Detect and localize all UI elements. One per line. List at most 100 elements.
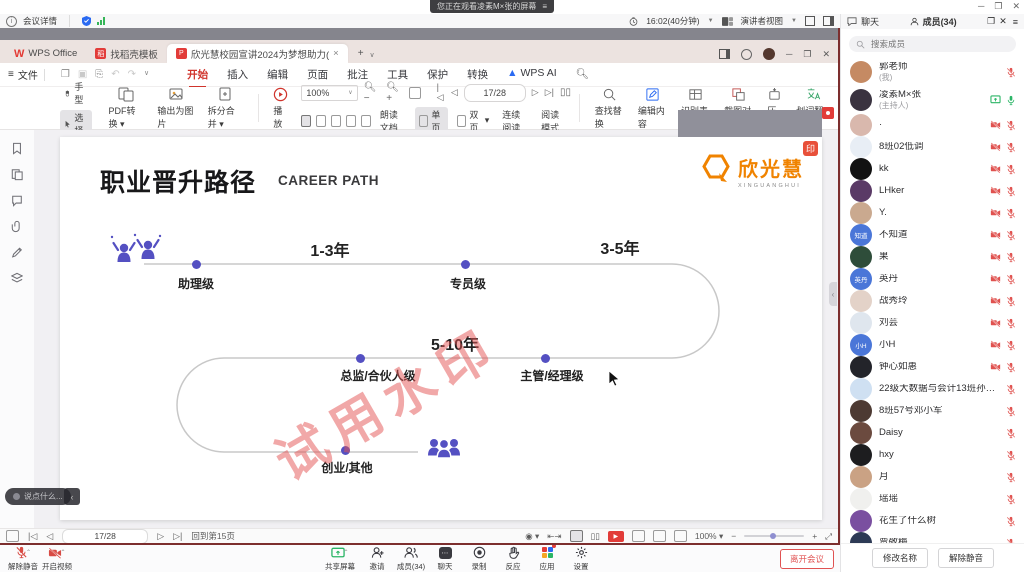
leave-meeting-button[interactable]: 离开会议 (780, 549, 834, 569)
zoom-plus-button[interactable]: + (812, 531, 817, 541)
tab-list-caret-icon[interactable]: ∨ (370, 51, 375, 59)
danmaku-collapse-button[interactable]: ‹ (64, 488, 80, 505)
member-row[interactable]: 英丹 英丹 (841, 268, 1024, 290)
panel-menu-icon[interactable]: ≡ (1013, 17, 1018, 27)
tab-convert[interactable]: 转换 (467, 67, 488, 82)
redo-icon[interactable]: ↷ (128, 69, 136, 80)
tab-insert[interactable]: 插入 (227, 67, 248, 82)
member-row[interactable]: 果 (841, 246, 1024, 268)
tab-close-icon[interactable]: × (333, 48, 339, 59)
member-row[interactable]: 战秀玲 (841, 290, 1024, 312)
tab-protect[interactable]: 保护 (427, 67, 448, 82)
next-page-button[interactable]: ▷ (532, 87, 539, 98)
zoom-out-icon[interactable]: 🔍︎− (364, 82, 381, 104)
record-button[interactable]: 录制 (462, 546, 496, 572)
tab-start[interactable]: 开始 (187, 67, 208, 82)
attachment-icon[interactable] (11, 220, 23, 233)
wps-docer-tab[interactable]: 稻 找稻壳模板 (86, 44, 167, 63)
layout3-status-icon[interactable] (674, 530, 687, 542)
status-first-page-button[interactable]: |◁ (28, 531, 37, 542)
member-row[interactable]: 郭老师 (我) (841, 58, 1024, 86)
toast-menu-icon[interactable]: ≡ (542, 2, 547, 11)
zoom-select[interactable]: 100%∨ (301, 85, 357, 101)
rename-button[interactable]: 修改名称 (872, 548, 928, 568)
member-row[interactable]: Y. (841, 202, 1024, 224)
tab-tools[interactable]: 工具 (387, 67, 408, 82)
back-to-page-link[interactable]: 回到第15页 (191, 530, 234, 542)
member-row[interactable]: 凌素M×张 (主持人) (841, 86, 1024, 114)
export-image-button[interactable]: 输出为图片 (157, 87, 193, 130)
tab-comment[interactable]: 批注 (347, 67, 368, 82)
status-next-page-button[interactable]: ▷ (157, 531, 164, 542)
member-search-box[interactable] (849, 36, 1016, 52)
last-page-button[interactable]: ▷| (545, 87, 554, 98)
unmute-button[interactable]: ⌃ 解除静音 (6, 546, 40, 572)
panel-popout-icon[interactable]: ❐ (987, 16, 995, 27)
share-screen-button[interactable]: ⌃ 共享屏幕 (320, 546, 360, 572)
hand-tool-button[interactable]: 手型 (60, 79, 92, 107)
settings-button[interactable]: 设置 (564, 546, 598, 572)
window-minimize-button[interactable]: ─ (978, 1, 984, 12)
panel-members-tab[interactable]: 成员(34) (923, 15, 957, 28)
status-last-page-button[interactable]: ▷| (173, 531, 182, 542)
status-zoom-label[interactable]: 100% ▾ (695, 531, 723, 542)
wps-close-button[interactable]: ✕ (822, 49, 830, 60)
thumbnail-icon[interactable] (11, 168, 23, 181)
quickbar-caret-icon[interactable]: ∨ (144, 69, 149, 80)
member-row[interactable]: 8班57号邓小军 (841, 400, 1024, 422)
zoom-minus-button[interactable]: − (731, 531, 736, 541)
chat-button[interactable]: ⋯ 聊天 (428, 546, 462, 572)
wps-minimize-button[interactable]: ─ (786, 49, 792, 59)
prev-page-button[interactable]: ◁ (451, 87, 458, 98)
wps-globe-icon[interactable] (741, 49, 752, 60)
page-number-input[interactable] (464, 84, 526, 102)
layout-icon[interactable] (823, 16, 834, 26)
signature-pen-icon[interactable] (11, 246, 23, 259)
split-merge-button[interactable]: 拆分合并 ▾ (208, 87, 243, 130)
layers-icon[interactable] (11, 272, 23, 285)
member-row[interactable]: 月 (841, 466, 1024, 488)
bookmark-icon[interactable] (11, 142, 23, 155)
wps-restore-button[interactable]: ❐ (803, 49, 811, 60)
member-search-input[interactable] (869, 38, 993, 50)
book-view-icon[interactable]: ▯▯ (560, 87, 571, 98)
play-button[interactable]: 播放 (273, 87, 288, 130)
meeting-timer[interactable]: 16:02(40分钟) (646, 15, 699, 27)
meeting-details-label[interactable]: 会议详情 (23, 15, 57, 27)
tab-edit[interactable]: 编辑 (267, 67, 288, 82)
unmute-all-button[interactable]: 解除静音 (938, 548, 994, 568)
single-page-status-icon[interactable] (570, 530, 583, 542)
layout1-status-icon[interactable] (632, 530, 645, 542)
double-page-status-icon[interactable]: ▯▯ (591, 531, 600, 542)
promo-badge-icon[interactable] (822, 107, 834, 119)
fullscreen-status-icon[interactable]: ⤢ (825, 531, 832, 542)
zoom-slider[interactable] (744, 535, 804, 537)
timer-caret-icon[interactable]: ▼ (708, 18, 714, 24)
wps-home-tab[interactable]: W WPS Office (5, 44, 86, 63)
member-row[interactable]: · (841, 114, 1024, 136)
reactions-button[interactable]: 反应 (496, 546, 530, 572)
fit-width-icon[interactable] (301, 115, 311, 127)
rotate-left-icon[interactable] (346, 115, 356, 127)
print-icon[interactable]: ⎘ (95, 69, 103, 80)
wps-account-avatar[interactable] (763, 48, 775, 60)
panel-expander-handle[interactable]: ‹ (829, 282, 837, 306)
member-row[interactable]: 钟心如惠 (841, 356, 1024, 378)
undo-icon[interactable]: ↶ (111, 69, 119, 80)
comment-icon[interactable] (11, 194, 23, 207)
member-row[interactable]: 22级大数据与会计13班孙倩22 (841, 378, 1024, 400)
fit-width-status-icon[interactable]: ⇤⇥ (547, 531, 561, 542)
rotate-right-icon[interactable] (361, 115, 371, 127)
window-maximize-button[interactable]: ❐ (994, 1, 1002, 12)
wps-document-tab[interactable]: P 欣光慧校园宣讲2024为梦想助力( × (167, 44, 348, 63)
member-row[interactable]: LHker (841, 180, 1024, 202)
fit-page-icon[interactable] (409, 87, 421, 99)
eye-mode-icon[interactable]: ◉ ▾ (525, 531, 539, 542)
member-row[interactable]: 花生了什么树 (841, 510, 1024, 532)
info-icon[interactable]: i (6, 16, 17, 27)
member-row[interactable]: 小H 小H (841, 334, 1024, 356)
member-row[interactable]: 8班02低调 (841, 136, 1024, 158)
members-button[interactable]: 成员(34) (394, 546, 428, 572)
tab-wps-ai[interactable]: ▲ WPS AI (507, 67, 557, 82)
member-row[interactable]: kk (841, 158, 1024, 180)
